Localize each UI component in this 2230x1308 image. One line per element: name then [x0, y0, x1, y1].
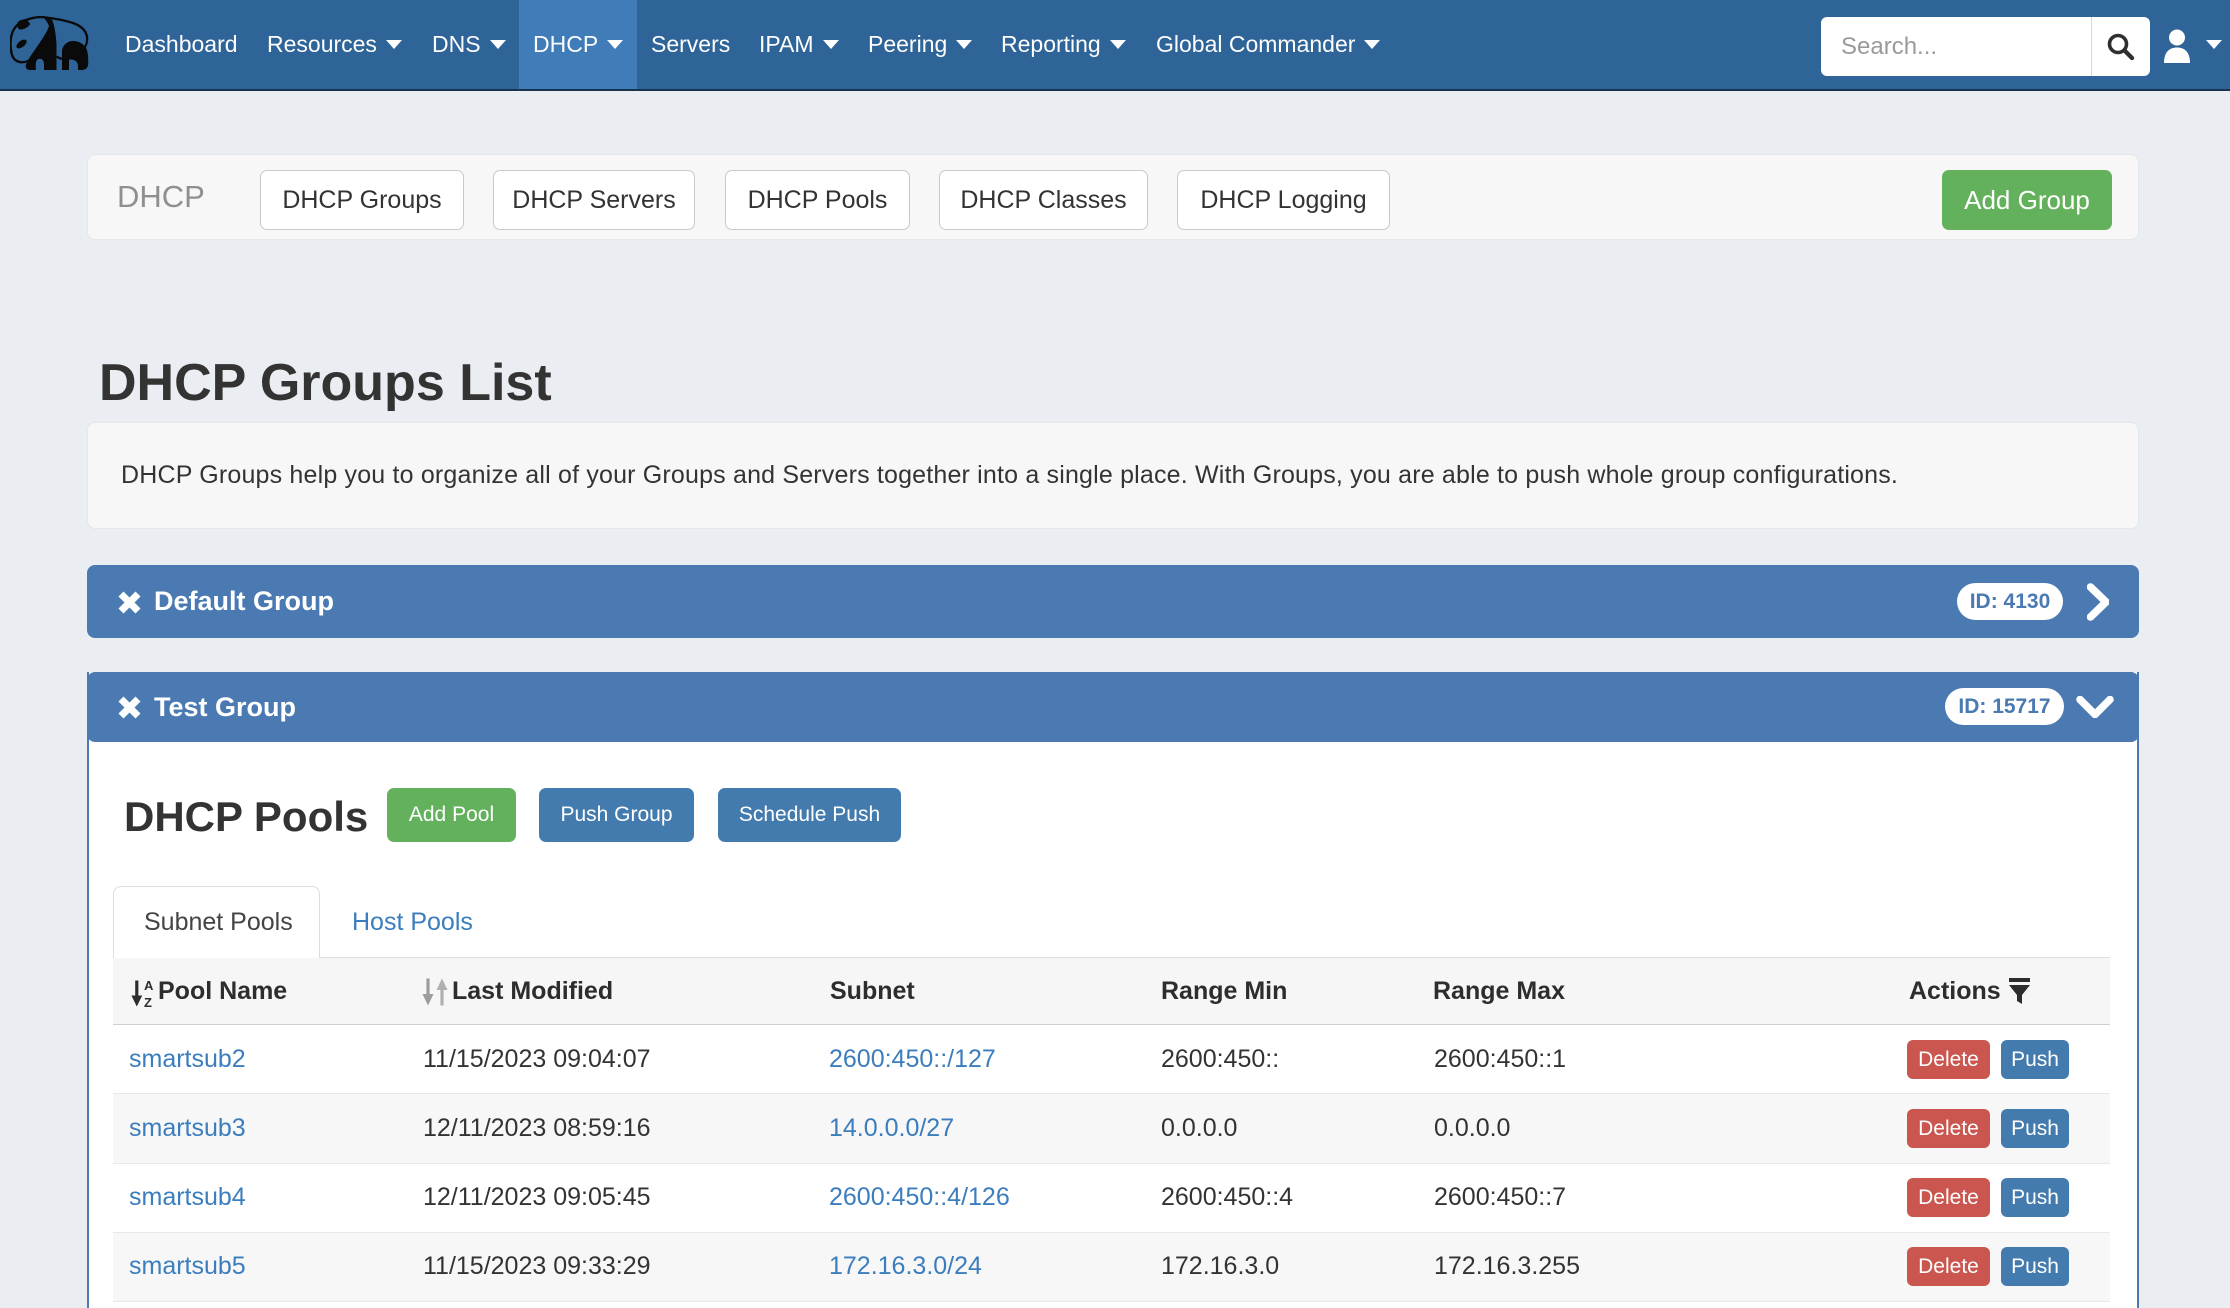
svg-text:A: A: [144, 980, 154, 993]
svg-text:Z: Z: [144, 995, 152, 1007]
